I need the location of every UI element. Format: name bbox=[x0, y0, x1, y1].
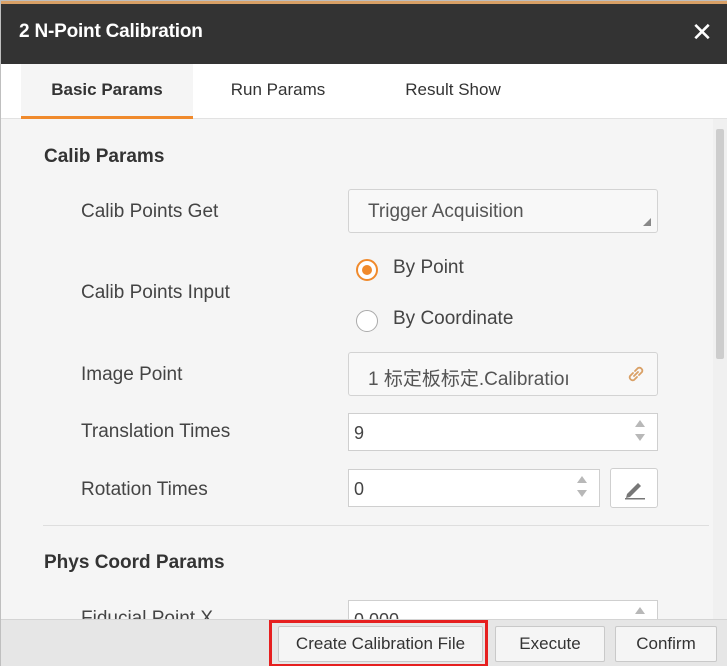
link-icon[interactable] bbox=[625, 363, 647, 385]
params-panel: Calib Params Calib Points Get Trigger Ac… bbox=[1, 119, 713, 619]
rotation-times-label: Rotation Times bbox=[81, 479, 208, 500]
pencil-icon bbox=[625, 483, 645, 500]
translation-times-value: 9 bbox=[354, 423, 365, 443]
image-point-field[interactable]: 1 标定板标定.Calibratioı bbox=[348, 352, 658, 396]
image-point-value: 1 标定板标定.Calibratioı bbox=[368, 369, 570, 390]
spin-arrows-icon[interactable] bbox=[633, 606, 647, 619]
fiducial-point-x-input[interactable]: 0.000 bbox=[348, 600, 658, 619]
by-coordinate-radio[interactable] bbox=[356, 310, 378, 332]
by-coordinate-label[interactable]: By Coordinate bbox=[393, 308, 513, 330]
phys-coord-params-header: Phys Coord Params bbox=[44, 552, 225, 573]
tab-basic-params[interactable]: Basic Params bbox=[21, 64, 193, 119]
close-icon[interactable]: ✕ bbox=[688, 16, 716, 48]
translation-times-input[interactable]: 9 bbox=[348, 413, 658, 451]
calib-points-get-value: Trigger Acquisition bbox=[368, 201, 524, 222]
rotation-times-value: 0 bbox=[354, 479, 365, 499]
create-calibration-file-button[interactable]: Create Calibration File bbox=[278, 626, 483, 662]
dropdown-corner-icon bbox=[643, 218, 651, 226]
image-point-label: Image Point bbox=[81, 364, 183, 385]
scrollbar-thumb[interactable] bbox=[716, 129, 724, 359]
calibration-dialog: 2 N-Point Calibration ✕ Basic Params Run… bbox=[0, 0, 727, 666]
fiducial-point-x-value: 0.000 bbox=[354, 610, 399, 619]
tab-result-show[interactable]: Result Show bbox=[363, 64, 543, 119]
section-divider bbox=[43, 525, 709, 526]
rotation-times-input[interactable]: 0 bbox=[348, 469, 600, 507]
calib-points-get-select[interactable]: Trigger Acquisition bbox=[348, 189, 658, 233]
dialog-footer: Create Calibration File Execute Confirm bbox=[1, 619, 727, 666]
calib-points-input-label: Calib Points Input bbox=[81, 282, 230, 303]
confirm-button[interactable]: Confirm bbox=[615, 626, 717, 662]
spin-arrows-icon[interactable] bbox=[633, 419, 647, 447]
calib-params-header: Calib Params bbox=[44, 146, 165, 167]
tab-run-params[interactable]: Run Params bbox=[193, 64, 363, 119]
vertical-scrollbar[interactable] bbox=[713, 119, 727, 619]
title-bar: 2 N-Point Calibration ✕ bbox=[1, 4, 727, 64]
fiducial-point-x-label: Fiducial Point X bbox=[81, 608, 214, 619]
by-point-label[interactable]: By Point bbox=[393, 257, 464, 279]
calib-points-get-label: Calib Points Get bbox=[81, 201, 219, 222]
execute-button[interactable]: Execute bbox=[495, 626, 605, 662]
by-point-radio[interactable] bbox=[356, 259, 378, 281]
spin-arrows-icon[interactable] bbox=[575, 475, 589, 503]
dialog-title: 2 N-Point Calibration bbox=[19, 21, 203, 42]
edit-rotation-button[interactable] bbox=[610, 468, 658, 508]
tab-bar: Basic Params Run Params Result Show bbox=[1, 64, 727, 119]
translation-times-label: Translation Times bbox=[81, 421, 231, 442]
